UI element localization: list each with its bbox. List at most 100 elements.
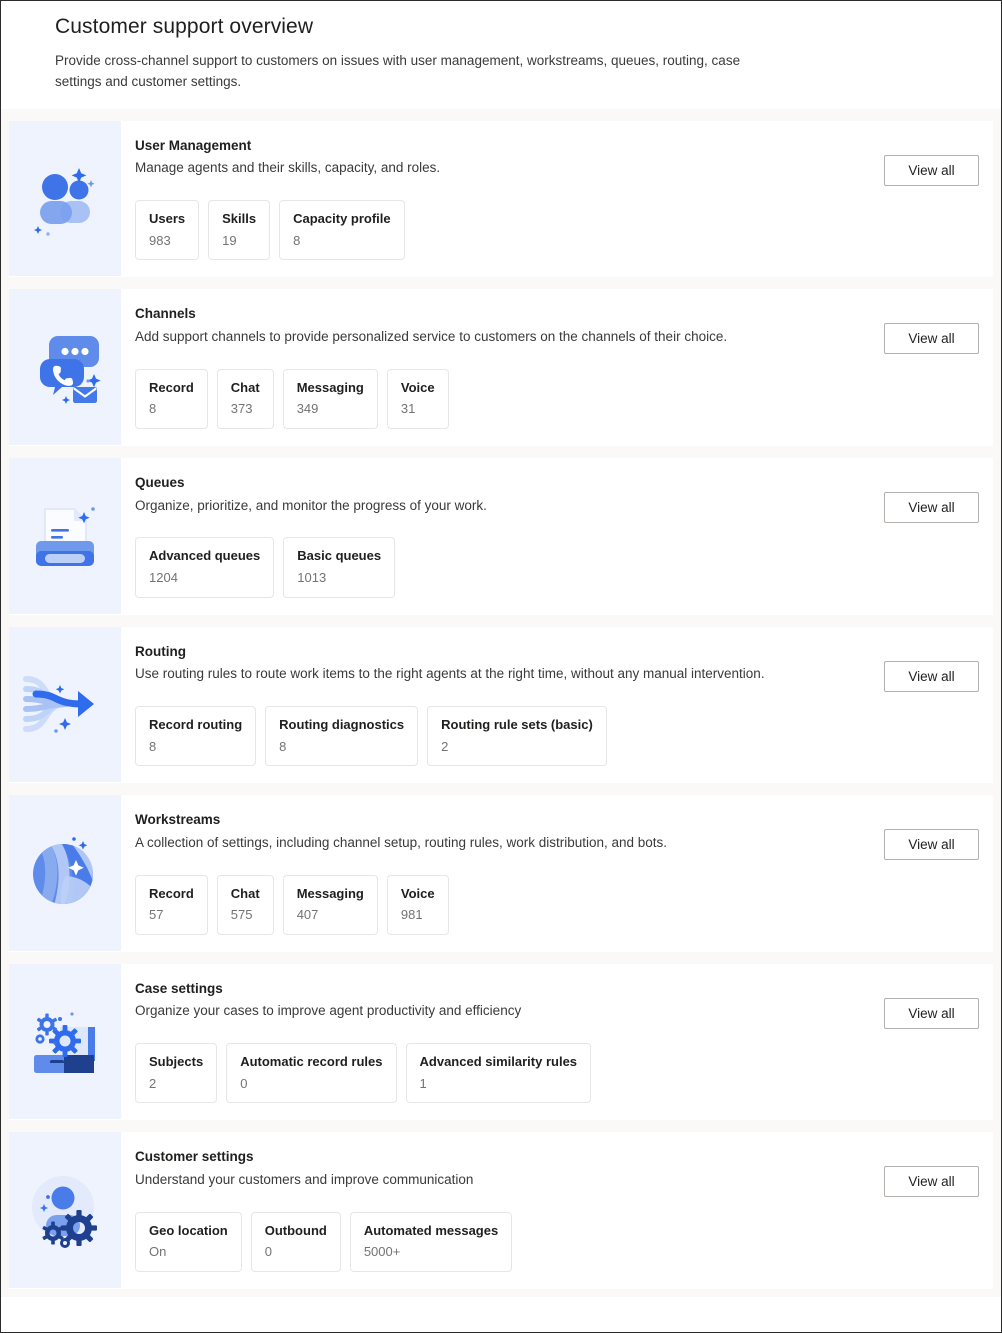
stat-label: Advanced similarity rules xyxy=(419,1054,578,1070)
view-all-button[interactable]: View all xyxy=(884,660,979,692)
stat-value: 1013 xyxy=(297,569,327,585)
stat-row: Subjects 2 Automatic record rules 0 Adva… xyxy=(135,1043,868,1104)
people-icon xyxy=(22,156,108,242)
stat-tile[interactable]: Routing rule sets (basic) 2 xyxy=(427,706,607,767)
stat-value: 8 xyxy=(279,738,287,754)
stat-tile[interactable]: Users 983 xyxy=(135,200,200,261)
stat-value: 0 xyxy=(240,1075,248,1091)
stat-tile[interactable]: Advanced queues 1204 xyxy=(135,537,275,598)
view-all-button[interactable]: View all xyxy=(884,154,979,186)
stat-tile[interactable]: Automated messages 5000+ xyxy=(349,1211,513,1272)
stat-tile[interactable]: Skills 19 xyxy=(208,200,271,261)
stat-tile[interactable]: Basic queues 1013 xyxy=(283,537,396,598)
overview-card: Case settings Organize your cases to imp… xyxy=(9,963,993,1121)
card-main: Case settings Organize your cases to imp… xyxy=(135,980,868,1104)
stat-tile[interactable]: Messaging 349 xyxy=(282,368,378,429)
card-description: Use routing rules to route work items to… xyxy=(135,666,765,682)
printer-document-icon xyxy=(22,493,108,579)
stat-label: Geo location xyxy=(149,1222,228,1238)
stat-row: Record routing 8 Routing diagnostics 8 R… xyxy=(135,706,868,767)
stat-label: Record xyxy=(149,885,194,901)
card-main: Customer settings Understand your custom… xyxy=(135,1148,868,1272)
overview-card: Customer settings Understand your custom… xyxy=(9,1132,993,1289)
bottom-strip xyxy=(1,1288,1001,1297)
card-icon-panel xyxy=(9,458,121,614)
stat-tile[interactable]: Voice 31 xyxy=(386,368,449,429)
stat-tile[interactable]: Advanced similarity rules 1 xyxy=(405,1043,592,1104)
stat-label: Chat xyxy=(230,885,260,901)
stat-label: Record xyxy=(149,379,194,395)
view-all-button[interactable]: View all xyxy=(884,829,979,861)
stat-value: 981 xyxy=(400,907,423,923)
card-separator xyxy=(1,277,1001,290)
stat-tile[interactable]: Chat 373 xyxy=(216,368,274,429)
stat-value: 1204 xyxy=(149,569,178,585)
stat-tile[interactable]: Subjects 2 xyxy=(135,1043,218,1104)
stat-value: 31 xyxy=(400,401,416,417)
stat-label: Basic queues xyxy=(297,548,382,564)
card-icon-panel xyxy=(9,795,121,951)
stat-value: 0 xyxy=(264,1244,272,1260)
card-icon-panel xyxy=(9,1132,121,1288)
stat-label: Voice xyxy=(400,379,435,395)
stat-label: Routing rule sets (basic) xyxy=(441,717,593,733)
stat-value: 8 xyxy=(149,401,157,417)
stat-tile[interactable]: Routing diagnostics 8 xyxy=(265,706,419,767)
card-main: Channels Add support channels to provide… xyxy=(135,305,868,429)
stat-tile[interactable]: Messaging 407 xyxy=(282,874,378,935)
app-window: Customer support overview Provide cross-… xyxy=(0,0,1002,1333)
card-body: Workstreams A collection of settings, in… xyxy=(121,795,993,951)
stat-tile[interactable]: Outbound 0 xyxy=(250,1211,341,1272)
card-separator xyxy=(1,108,1001,121)
stat-value: On xyxy=(149,1244,167,1260)
stat-value: 57 xyxy=(149,907,164,923)
stat-value: 373 xyxy=(230,401,253,417)
stat-label: Capacity profile xyxy=(293,211,391,227)
card-body: Routing Use routing rules to route work … xyxy=(121,627,993,783)
overview-card: Workstreams A collection of settings, in… xyxy=(9,795,993,952)
stat-row: Geo location On Outbound 0 Automated mes… xyxy=(135,1211,868,1272)
card-separator xyxy=(1,1120,1001,1133)
stat-label: Skills xyxy=(222,211,257,227)
card-description: Add support channels to provide personal… xyxy=(135,328,728,344)
stat-value: 349 xyxy=(296,401,319,417)
sphere-streams-icon xyxy=(22,830,108,916)
stat-tile[interactable]: Automatic record rules 0 xyxy=(226,1043,397,1104)
stat-label: Record routing xyxy=(149,717,243,733)
briefcase-gears-icon xyxy=(22,999,108,1085)
stat-tile[interactable]: Record 8 xyxy=(135,368,208,429)
stat-tile[interactable]: Record 57 xyxy=(135,874,208,935)
card-body: Customer settings Understand your custom… xyxy=(121,1132,993,1288)
stat-value: 19 xyxy=(222,232,237,248)
stat-label: Messaging xyxy=(296,379,364,395)
view-all-button[interactable]: View all xyxy=(884,997,979,1029)
stat-row: Users 983 Skills 19 Capacity profile 8 xyxy=(135,200,868,261)
card-separator xyxy=(1,614,1001,627)
card-body: User Management Manage agents and their … xyxy=(121,121,993,277)
card-description: Organize your cases to improve agent pro… xyxy=(135,1003,522,1019)
stat-tile[interactable]: Chat 575 xyxy=(216,874,274,935)
stat-value: 1 xyxy=(419,1075,427,1091)
stat-tile[interactable]: Record routing 8 xyxy=(135,706,257,767)
stat-label: Users xyxy=(149,211,186,227)
stat-tile[interactable]: Capacity profile 8 xyxy=(279,200,405,261)
card-icon-panel xyxy=(9,963,121,1120)
stat-value: 2 xyxy=(149,1075,157,1091)
card-body: Channels Add support channels to provide… xyxy=(121,289,993,445)
stat-value: 2 xyxy=(441,738,449,754)
stat-tile[interactable]: Geo location On xyxy=(135,1211,242,1272)
card-title: Queues xyxy=(135,475,185,490)
card-description: Understand your customers and improve co… xyxy=(135,1171,474,1187)
stat-row: Advanced queues 1204 Basic queues 1013 xyxy=(135,537,868,598)
view-all-button[interactable]: View all xyxy=(884,1166,979,1198)
card-title: User Management xyxy=(135,137,252,153)
stat-tile[interactable]: Voice 981 xyxy=(386,874,449,935)
stat-label: Outbound xyxy=(264,1222,327,1238)
stat-label: Automated messages xyxy=(363,1222,499,1238)
chat-phone-mail-icon xyxy=(22,324,108,410)
view-all-button[interactable]: View all xyxy=(884,323,979,355)
view-all-button[interactable]: View all xyxy=(884,492,979,523)
stat-value: 5000+ xyxy=(363,1244,401,1260)
card-icon-panel xyxy=(9,120,121,277)
overview-card: Channels Add support channels to provide… xyxy=(9,289,993,446)
